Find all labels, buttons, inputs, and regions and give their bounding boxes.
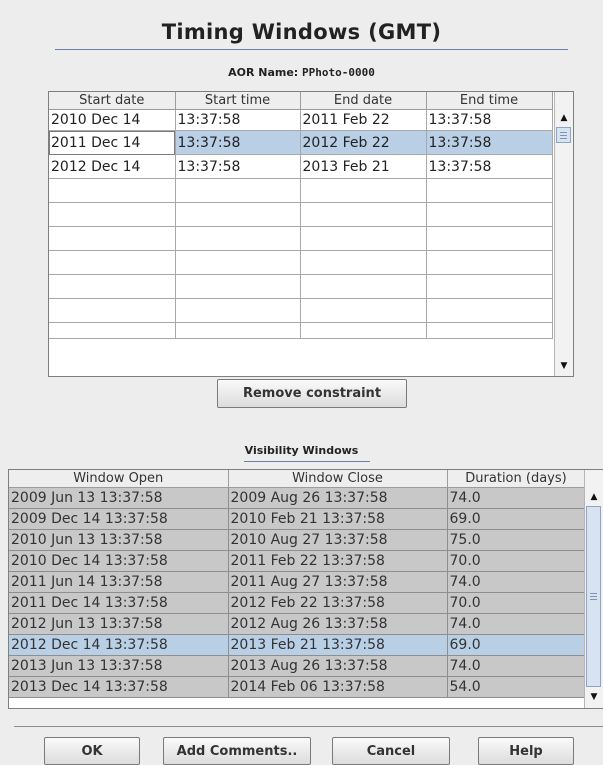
duration-cell: 74.0 xyxy=(447,613,586,635)
column-header-end-time[interactable]: End time xyxy=(426,92,553,110)
remove-constraint-button[interactable]: Remove constraint xyxy=(217,379,407,408)
duration-cell: 69.0 xyxy=(447,634,586,656)
duration-cell: 69.0 xyxy=(447,508,586,530)
column-header-window-close[interactable]: Window Close xyxy=(228,470,448,488)
end-time-cell[interactable]: 13:37:58 xyxy=(426,130,553,155)
cancel-button[interactable]: Cancel xyxy=(332,737,450,765)
table-row[interactable]: 2012 Dec 14 13:37:58 2013 Feb 21 13:37:5… xyxy=(49,154,553,179)
scroll-thumb[interactable] xyxy=(586,506,601,687)
end-time-cell[interactable]: 13:37:58 xyxy=(426,154,553,179)
window-close-cell: 2014 Feb 06 13:37:58 xyxy=(228,676,448,698)
window-open-cell: 2013 Jun 13 13:37:58 xyxy=(9,655,229,677)
window-close-cell: 2011 Aug 27 13:37:58 xyxy=(228,571,448,593)
table-row[interactable]: 2009 Dec 14 13:37:58 2010 Feb 21 13:37:58… xyxy=(9,508,586,530)
scroll-down-arrow-icon[interactable]: ▼ xyxy=(555,358,573,374)
timing-windows-table[interactable]: Start date Start time End date End time … xyxy=(48,91,574,377)
empty-row[interactable] xyxy=(49,298,553,323)
button-bar-divider xyxy=(14,726,603,727)
aor-name: AOR Name: PPhoto-0000 xyxy=(0,66,603,79)
duration-cell: 70.0 xyxy=(447,592,586,614)
table-row[interactable]: 2011 Dec 14 13:37:58 2012 Feb 22 13:37:58… xyxy=(9,592,586,614)
table-row[interactable]: 2010 Dec 14 13:37:58 2011 Feb 22 13:37:58… xyxy=(9,550,586,572)
start-time-cell[interactable]: 13:37:58 xyxy=(175,109,301,131)
duration-cell: 74.0 xyxy=(447,487,586,509)
table-row[interactable]: 2009 Jun 13 13:37:58 2009 Aug 26 13:37:58… xyxy=(9,487,586,509)
empty-row[interactable] xyxy=(49,274,553,299)
table-row[interactable]: 2010 Jun 13 13:37:58 2010 Aug 27 13:37:58… xyxy=(9,529,586,551)
window-close-cell: 2010 Feb 21 13:37:58 xyxy=(228,508,448,530)
window-open-cell: 2013 Dec 14 13:37:58 xyxy=(9,676,229,698)
window-open-cell: 2012 Jun 13 13:37:58 xyxy=(9,613,229,635)
scroll-down-arrow-icon[interactable]: ▼ xyxy=(585,690,603,704)
column-header-duration[interactable]: Duration (days) xyxy=(447,470,586,488)
empty-row[interactable] xyxy=(49,250,553,275)
window-open-cell: 2009 Dec 14 13:37:58 xyxy=(9,508,229,530)
window-open-cell: 2010 Jun 13 13:37:58 xyxy=(9,529,229,551)
empty-row[interactable] xyxy=(49,202,553,227)
empty-row[interactable] xyxy=(49,178,553,203)
aor-label: AOR Name: xyxy=(228,66,299,79)
window-close-cell: 2009 Aug 26 13:37:58 xyxy=(228,487,448,509)
end-date-cell[interactable]: 2012 Feb 22 xyxy=(300,130,427,155)
table-row-selected[interactable]: 2012 Dec 14 13:37:58 2013 Feb 21 13:37:58… xyxy=(9,634,586,656)
table-row[interactable]: 2011 Jun 14 13:37:58 2011 Aug 27 13:37:58… xyxy=(9,571,586,593)
start-date-cell[interactable]: 2010 Dec 14 xyxy=(49,109,176,131)
end-date-cell[interactable]: 2013 Feb 21 xyxy=(300,154,427,179)
start-date-cell[interactable]: 2012 Dec 14 xyxy=(49,154,176,179)
timing-table-scrollbar[interactable]: ▲ ▼ xyxy=(554,92,573,376)
window-close-cell: 2013 Aug 26 13:37:58 xyxy=(228,655,448,677)
table-row[interactable]: 2012 Jun 13 13:37:58 2012 Aug 26 13:37:58… xyxy=(9,613,586,635)
window-close-cell: 2013 Feb 21 13:37:58 xyxy=(228,634,448,656)
window-close-cell: 2012 Aug 26 13:37:58 xyxy=(228,613,448,635)
visibility-windows-label: Visibility Windows xyxy=(244,444,359,457)
duration-cell: 70.0 xyxy=(447,550,586,572)
window-open-cell: 2011 Jun 14 13:37:58 xyxy=(9,571,229,593)
empty-row[interactable] xyxy=(49,322,553,339)
duration-cell: 54.0 xyxy=(447,676,586,698)
help-button[interactable]: Help xyxy=(478,737,574,765)
end-time-cell[interactable]: 13:37:58 xyxy=(426,109,553,131)
ok-button[interactable]: OK xyxy=(44,737,140,765)
window-close-cell: 2012 Feb 22 13:37:58 xyxy=(228,592,448,614)
window-close-cell: 2010 Aug 27 13:37:58 xyxy=(228,529,448,551)
column-header-start-time[interactable]: Start time xyxy=(175,92,301,110)
table-row-selected[interactable]: 2011 Dec 14 13:37:58 2012 Feb 22 13:37:5… xyxy=(49,130,553,155)
dialog-title: Timing Windows (GMT) xyxy=(161,20,442,44)
start-time-cell[interactable]: 13:37:58 xyxy=(175,154,301,179)
empty-row[interactable] xyxy=(49,226,553,251)
window-close-cell: 2011 Feb 22 13:37:58 xyxy=(228,550,448,572)
scroll-thumb[interactable] xyxy=(556,127,571,143)
title-divider xyxy=(55,49,568,50)
visibility-divider xyxy=(244,461,370,462)
column-header-window-open[interactable]: Window Open xyxy=(9,470,229,488)
table-row[interactable]: 2013 Dec 14 13:37:58 2014 Feb 06 13:37:58… xyxy=(9,676,586,698)
end-date-cell[interactable]: 2011 Feb 22 xyxy=(300,109,427,131)
table-row[interactable]: 2013 Jun 13 13:37:58 2013 Aug 26 13:37:58… xyxy=(9,655,586,677)
visibility-windows-table[interactable]: Window Open Window Close Duration (days)… xyxy=(8,469,603,709)
scroll-up-arrow-icon[interactable]: ▲ xyxy=(555,110,573,126)
duration-cell: 74.0 xyxy=(447,655,586,677)
duration-cell: 74.0 xyxy=(447,571,586,593)
start-date-cell[interactable]: 2011 Dec 14 xyxy=(49,130,176,155)
column-header-end-date[interactable]: End date xyxy=(300,92,427,110)
window-open-cell: 2011 Dec 14 13:37:58 xyxy=(9,592,229,614)
window-open-cell: 2012 Dec 14 13:37:58 xyxy=(9,634,229,656)
scroll-up-arrow-icon[interactable]: ▲ xyxy=(585,489,603,505)
column-header-start-date[interactable]: Start date xyxy=(49,92,176,110)
window-open-cell: 2009 Jun 13 13:37:58 xyxy=(9,487,229,509)
aor-value: PPhoto-0000 xyxy=(302,66,375,79)
add-comments-button[interactable]: Add Comments.. xyxy=(163,737,311,765)
start-time-cell[interactable]: 13:37:58 xyxy=(175,130,301,155)
table-row[interactable]: 2010 Dec 14 13:37:58 2011 Feb 22 13:37:5… xyxy=(49,109,553,131)
duration-cell: 75.0 xyxy=(447,529,586,551)
visibility-table-scrollbar[interactable]: ▲ ▼ xyxy=(584,470,603,708)
window-open-cell: 2010 Dec 14 13:37:58 xyxy=(9,550,229,572)
